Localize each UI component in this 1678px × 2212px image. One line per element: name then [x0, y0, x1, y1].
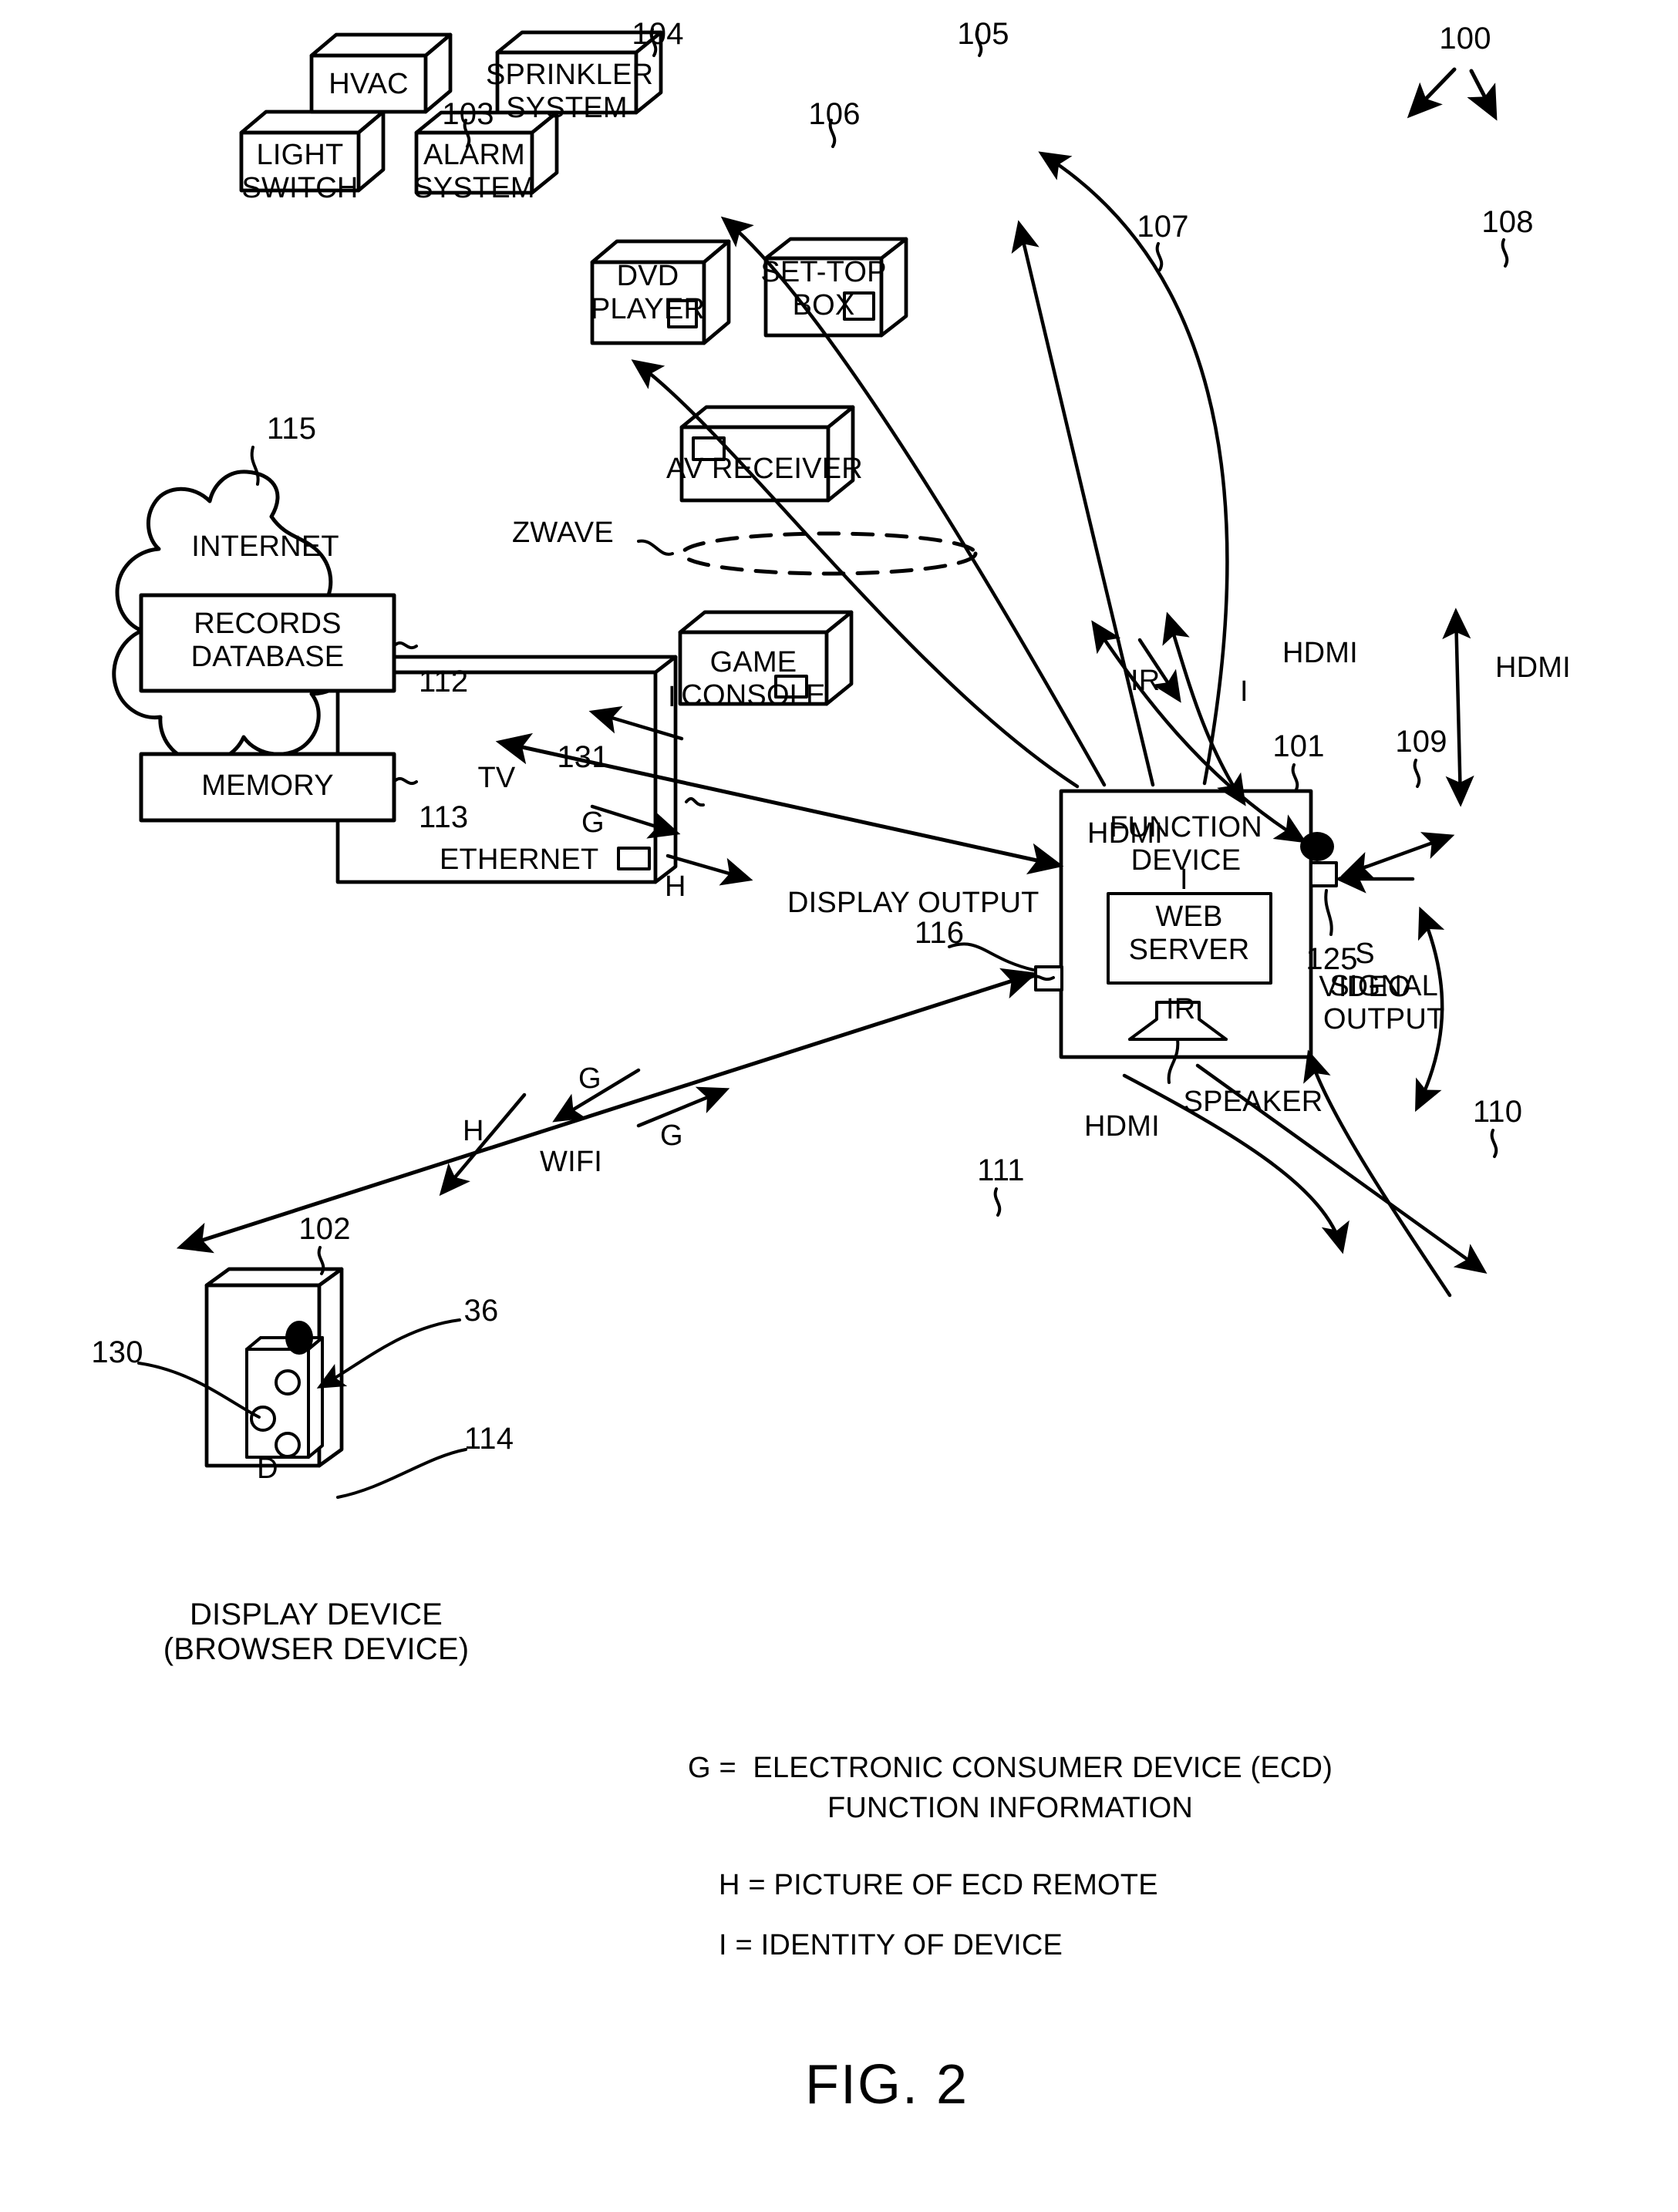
ref-130: 130 [91, 1335, 143, 1369]
label-signal-G-ethernet: G [581, 806, 605, 839]
label-sprinkler-system: SPRINKLER SYSTEM [486, 59, 654, 124]
arrow-fd-to-alarm [1011, 220, 1155, 787]
label-s-video: S VIDEO [1319, 938, 1411, 1003]
label-signal-G-out-wifi: G [578, 1062, 601, 1095]
arrow-hdmi-stb-av [1442, 608, 1474, 807]
label-web-server: WEB SERVER [1128, 901, 1250, 966]
label-ethernet: ETHERNET [440, 843, 599, 876]
ref-114: 114 [463, 1422, 514, 1456]
legend-line-1: G = ELECTRONIC CONSUMER DEVICE (ECD) [687, 1752, 1333, 1784]
ref-113: 113 [419, 800, 469, 834]
arrow-wifi-bidirectional [176, 968, 1038, 1254]
label-signal-H-ethernet: H [665, 870, 686, 903]
label-tv: TV [477, 762, 516, 794]
ref-108: 108 [1481, 205, 1534, 239]
caption-display-device: DISPLAY DEVICE (BROWSER DEVICE) [163, 1598, 470, 1666]
legend-line-4: I = IDENTITY OF DEVICE [719, 1929, 1063, 1961]
ref-131: 131 [557, 740, 609, 774]
ref-112: 112 [419, 665, 469, 699]
ref-36: 36 [463, 1294, 499, 1328]
label-speaker: SPEAKER [1183, 1086, 1323, 1118]
label-wifi: WIFI [540, 1146, 602, 1178]
ref-102: 102 [298, 1212, 351, 1246]
label-display-device-screen: D [257, 1453, 278, 1485]
label-av-receiver: AV RECEIVER [666, 453, 863, 485]
patent-figure-page: 104 103 105 106 107 108 109 110 111 101 … [0, 0, 1678, 2212]
label-signal-G-in-wifi: G [660, 1119, 683, 1152]
ref-110: 110 [1472, 1095, 1523, 1129]
legend-line-2: FUNCTION INFORMATION [827, 1792, 1194, 1824]
label-records-database: RECORDS DATABASE [190, 608, 345, 673]
label-set-top-box: SET-TOP BOX [760, 256, 887, 322]
label-hdmi-stb-av: HDMI [1495, 651, 1571, 684]
label-alarm-system: ALARM SYSTEM [413, 139, 535, 204]
label-signal-I-dvd: I [1240, 675, 1248, 708]
label-signal-I-av: I [1180, 864, 1188, 896]
label-signal-H-wifi: H [463, 1115, 484, 1147]
arrow-system-ref-right [1467, 69, 1498, 121]
ref-105: 105 [957, 17, 1009, 51]
ref-100: 100 [1439, 22, 1491, 56]
ref-106: 106 [808, 97, 861, 131]
zwave-ellipse [637, 531, 978, 576]
label-dvd-player: DVD PLAYER [590, 260, 706, 325]
label-memory: MEMORY [201, 769, 334, 802]
ref-111: 111 [977, 1153, 1025, 1187]
label-ir-av: IR [1166, 993, 1196, 1025]
label-hdmi-fd-av: HDMI [1087, 817, 1163, 850]
box-display-device [204, 1267, 344, 1468]
ref-115: 115 [266, 412, 317, 446]
label-signal-I-ethernet: I [668, 681, 676, 713]
legend-line-3: H = PICTURE OF ECD REMOTE [719, 1869, 1158, 1901]
ref-116: 116 [914, 916, 965, 950]
ref-107: 107 [1137, 210, 1189, 244]
label-game-console: GAME CONSOLE [681, 646, 826, 712]
ref-101: 101 [1272, 729, 1325, 763]
ref-104: 104 [632, 17, 684, 51]
label-internet: INTERNET [191, 530, 339, 563]
arrow-hdmi-fd-av [1340, 832, 1455, 879]
label-ir-dvd: IR [1130, 665, 1161, 697]
label-hdmi-fd-tv: HDMI [1084, 1110, 1160, 1143]
label-light-switch: LIGHT SWITCH [241, 139, 359, 204]
figure-caption: FIG. 2 [804, 2054, 969, 2116]
label-hvac: HVAC [329, 68, 409, 100]
label-display-output: DISPLAY OUTPUT [787, 887, 1039, 919]
arrow-system-ref-left [1407, 67, 1457, 119]
label-hdmi-dvd-av: HDMI [1282, 637, 1358, 669]
label-zwave: ZWAVE [512, 517, 614, 549]
ref-109: 109 [1395, 725, 1447, 759]
